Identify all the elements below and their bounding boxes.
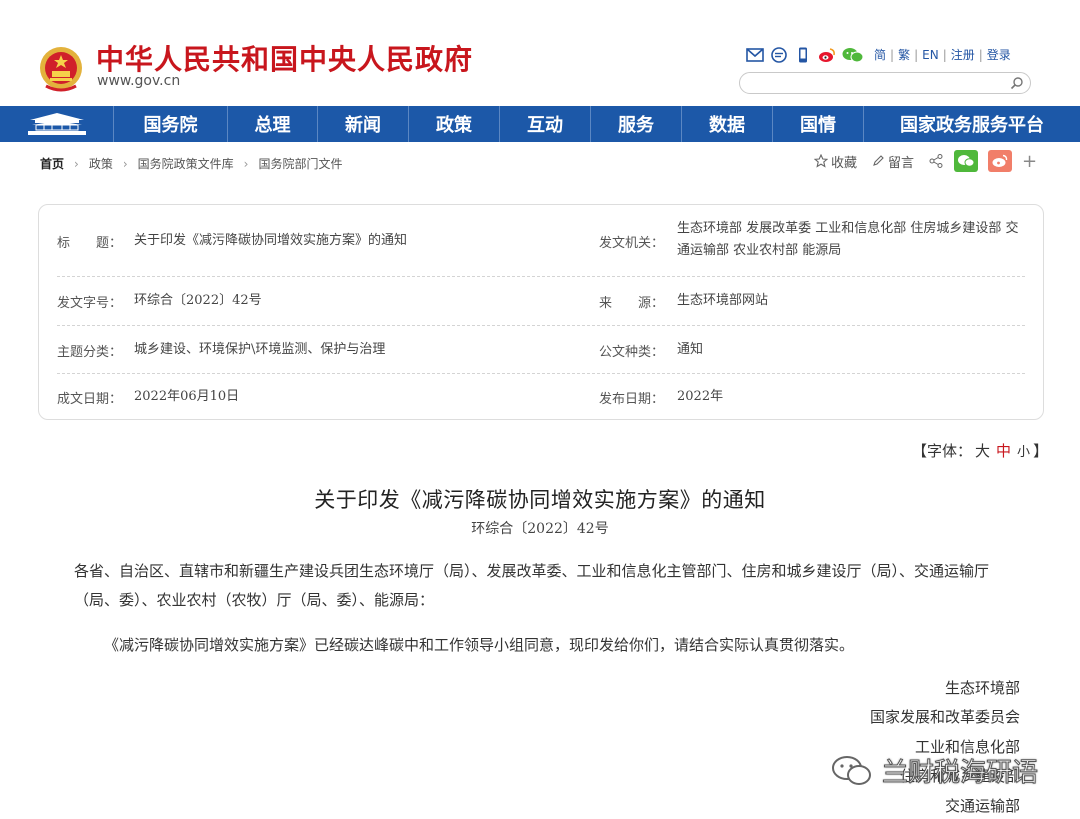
main-nav: 国务院 总理 新闻 政策 互动 服务 数据 国情 国家政务服务平台 — [0, 106, 1080, 142]
font-size-large[interactable]: 大 — [975, 442, 990, 460]
pencil-icon — [873, 155, 884, 166]
watermark: 兰财税海研语 — [830, 752, 1039, 789]
issuer-label: 发文机关： — [599, 236, 665, 251]
top-links: 简 | 繁 | EN | 注册 | 登录 — [746, 46, 1015, 63]
chevron-right-icon: › — [243, 156, 249, 171]
document-number: 环综合〔2022〕42号 — [471, 521, 609, 537]
written-date-label: 成文日期： — [57, 392, 123, 407]
wechat-share-button[interactable] — [954, 150, 979, 172]
mail-icon[interactable] — [746, 47, 764, 63]
favorite-label: 收藏 — [831, 155, 858, 171]
source-label: 来 源： — [599, 296, 665, 311]
title-label: 标 题： — [57, 236, 123, 251]
breadcrumb-policy-library[interactable]: 国务院政策文件库 — [138, 155, 234, 172]
doctype-value: 通知 — [677, 342, 704, 357]
link-english[interactable]: EN — [922, 48, 939, 62]
breadcrumb-home[interactable]: 首页 — [40, 155, 64, 172]
favorite-button[interactable]: 收藏 — [814, 152, 857, 171]
docno-label: 发文字号： — [57, 296, 123, 311]
share-tools: 收藏 留言 + — [814, 150, 1037, 172]
comment-button[interactable]: 留言 — [871, 152, 914, 171]
wechat-icon — [958, 155, 975, 167]
chat-icon[interactable] — [770, 46, 788, 63]
signatory: 交通运输部 — [944, 797, 1020, 815]
info-row: 标 题： 关于印发《减污降碳协同增效实施方案》的通知 发文机关： 生态环境部 发… — [57, 205, 1025, 277]
link-register[interactable]: 注册 — [951, 46, 975, 63]
published-date-label: 发布日期： — [599, 392, 665, 407]
document-salutation: 各省、自治区、直辖市和新疆生产建设兵团生态环境厅（局）、发展改革委、工业和信息化… — [74, 562, 990, 609]
document-info-panel: 标 题： 关于印发《减污降碳协同增效实施方案》的通知 发文机关： 生态环境部 发… — [38, 204, 1044, 420]
weibo-share-button[interactable] — [988, 150, 1013, 172]
link-simplified[interactable]: 简 — [874, 46, 886, 63]
font-size-control: 【字体：大中小】 — [912, 440, 1048, 461]
written-date-value: 2022年06月10日 — [134, 389, 240, 404]
nav-home[interactable] — [0, 106, 114, 142]
signatory: 国家发展和改革委员会 — [869, 708, 1020, 726]
search-icon[interactable] — [1010, 76, 1024, 90]
issuer-value: 生态环境部 发展改革委 工业和信息化部 住房城乡建设部 交通运输部 农业农村部 … — [677, 221, 1019, 258]
breadcrumb-department-docs[interactable]: 国务院部门文件 — [258, 155, 342, 172]
nav-hudong[interactable]: 互动 — [500, 106, 591, 142]
mobile-icon[interactable] — [794, 47, 812, 63]
link-login[interactable]: 登录 — [987, 46, 1011, 63]
info-row: 发文字号： 环综合〔2022〕42号 来 源： 生态环境部网站 — [57, 277, 1025, 326]
nav-shuju[interactable]: 数据 — [682, 106, 773, 142]
title-value: 关于印发《减污降碳协同增效实施方案》的通知 — [134, 233, 408, 248]
info-row: 成文日期： 2022年06月10日 发布日期： 2022年 — [57, 374, 1025, 420]
weibo-icon[interactable] — [818, 47, 836, 63]
info-row: 主题分类： 城乡建设、环境保护\环境监测、保护与治理 公文种类： 通知 — [57, 326, 1025, 374]
nav-zhengce[interactable]: 政策 — [409, 106, 500, 142]
more-share-icon[interactable]: + — [1022, 151, 1037, 172]
breadcrumb-policy[interactable]: 政策 — [89, 155, 113, 172]
national-emblem-icon — [40, 47, 82, 92]
docno-value: 环综合〔2022〕42号 — [134, 293, 262, 308]
nav-xinwen[interactable]: 新闻 — [318, 106, 409, 142]
chevron-right-icon: › — [74, 156, 79, 171]
font-size-prefix: 【字体： — [912, 442, 973, 460]
nav-guoqing[interactable]: 国情 — [773, 106, 864, 142]
breadcrumb: 首页 › 政策 › 国务院政策文件库 › 国务院部门文件 — [40, 155, 343, 172]
nav-zongli[interactable]: 总理 — [228, 106, 318, 142]
search-input[interactable] — [750, 75, 1000, 91]
document-body: 《减污降碳协同增效实施方案》已经碳达峰碳中和工作领导小组同意，现印发给你们，请结… — [104, 636, 855, 654]
document-title: 关于印发《减污降碳协同增效实施方案》的通知 — [314, 488, 766, 512]
share-icon[interactable] — [928, 153, 944, 169]
font-size-suffix: 】 — [1033, 442, 1049, 460]
star-icon — [814, 154, 828, 168]
search-box — [739, 72, 1031, 94]
topic-value: 城乡建设、环境保护\环境监测、保护与治理 — [134, 342, 386, 357]
wechat-icon — [832, 755, 871, 785]
weibo-icon — [992, 154, 1008, 167]
font-size-medium[interactable]: 中 — [996, 442, 1011, 460]
nav-guowuyuan[interactable]: 国务院 — [114, 106, 228, 142]
doctype-label: 公文种类： — [599, 345, 665, 360]
font-size-small[interactable]: 小 — [1017, 445, 1030, 460]
site-title[interactable]: 中华人民共和国中央人民政府 — [96, 38, 473, 78]
site-header: 中华人民共和国中央人民政府 www.gov.cn 简 | 繁 | EN | 注册 | 登… — [0, 0, 1080, 106]
wechat-icon[interactable] — [842, 47, 864, 63]
signatory: 生态环境部 — [944, 679, 1020, 697]
source-value: 生态环境部网站 — [677, 293, 769, 308]
comment-label: 留言 — [888, 155, 915, 171]
link-traditional[interactable]: 繁 — [898, 46, 910, 63]
chevron-right-icon: › — [122, 156, 128, 171]
published-date-value: 2022年 — [677, 389, 724, 404]
watermark-text: 兰财税海研语 — [881, 758, 1039, 789]
nav-fuwu[interactable]: 服务 — [591, 106, 682, 142]
topic-label: 主题分类： — [57, 345, 123, 360]
nav-service-platform[interactable]: 国家政务服务平台 — [864, 106, 1080, 142]
tiananmen-icon — [27, 113, 86, 135]
site-url[interactable]: www.gov.cn — [97, 73, 180, 89]
